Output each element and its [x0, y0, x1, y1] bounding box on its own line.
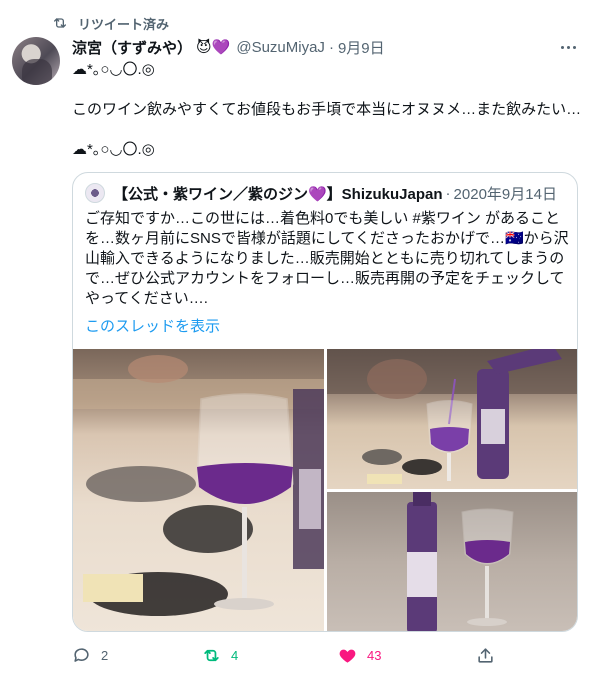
quoted-avatar [85, 183, 105, 203]
retweet-count: 4 [231, 647, 239, 663]
media-image-wine-glass[interactable] [73, 349, 324, 631]
retweet-icon [204, 649, 219, 661]
quoted-author-name: 【公式・紫ワイン／紫のジン💜】ShizukuJapan [113, 185, 443, 203]
separator-dot: · [328, 38, 334, 56]
author-handle[interactable]: @SuzuMiyaJ [236, 39, 325, 56]
share-icon [478, 647, 493, 663]
avatar[interactable] [12, 37, 60, 85]
share-button[interactable] [476, 643, 495, 667]
media-image-bottle-and-glass[interactable] [327, 492, 577, 631]
tweet-header: 涼宮（すずみや） 😈💜 @SuzuMiyaJ · 9月9日 [72, 37, 579, 57]
retweet-button[interactable]: 4 [202, 643, 238, 667]
tweet-date[interactable]: 9月9日 [338, 37, 385, 58]
reply-count: 2 [101, 647, 109, 663]
reply-button[interactable]: 2 [72, 643, 108, 667]
like-button[interactable]: 43 [338, 643, 381, 667]
more-options-icon[interactable] [557, 36, 579, 58]
tweet-text: ☁*｡○◡〇.◎ このワイン飲みやすくてお値段もお手頃で本当にオヌヌメ…また飲み… [72, 61, 582, 158]
media-image-pouring-wine[interactable] [327, 349, 577, 489]
author-emoji: 😈💜 [196, 39, 231, 56]
retweet-icon [54, 18, 66, 28]
media-grid [73, 349, 577, 631]
tweet-actions: 2 4 43 [72, 643, 512, 667]
separator-dot: · [445, 184, 451, 202]
quoted-tweet[interactable]: 【公式・紫ワイン／紫のジン💜】ShizukuJapan · 2020年9月14日… [72, 172, 578, 632]
like-count: 43 [367, 647, 382, 663]
reply-icon [74, 647, 89, 662]
show-thread-link[interactable]: このスレッドを表示 [85, 315, 220, 336]
retweet-indicator: リツイート済み [52, 12, 169, 34]
retweet-label: リツイート済み [78, 16, 170, 32]
quoted-date: 2020年9月14日 [453, 185, 557, 203]
quoted-tweet-header: 【公式・紫ワイン／紫のジン💜】ShizukuJapan · 2020年9月14日 [85, 183, 567, 203]
heart-icon [339, 649, 356, 663]
author-name[interactable]: 涼宮（すずみや） [72, 37, 192, 58]
quoted-tweet-text: ご存知ですか…この世には…着色料0でも美しい #紫ワイン があることを…数ヶ月前… [85, 210, 569, 307]
